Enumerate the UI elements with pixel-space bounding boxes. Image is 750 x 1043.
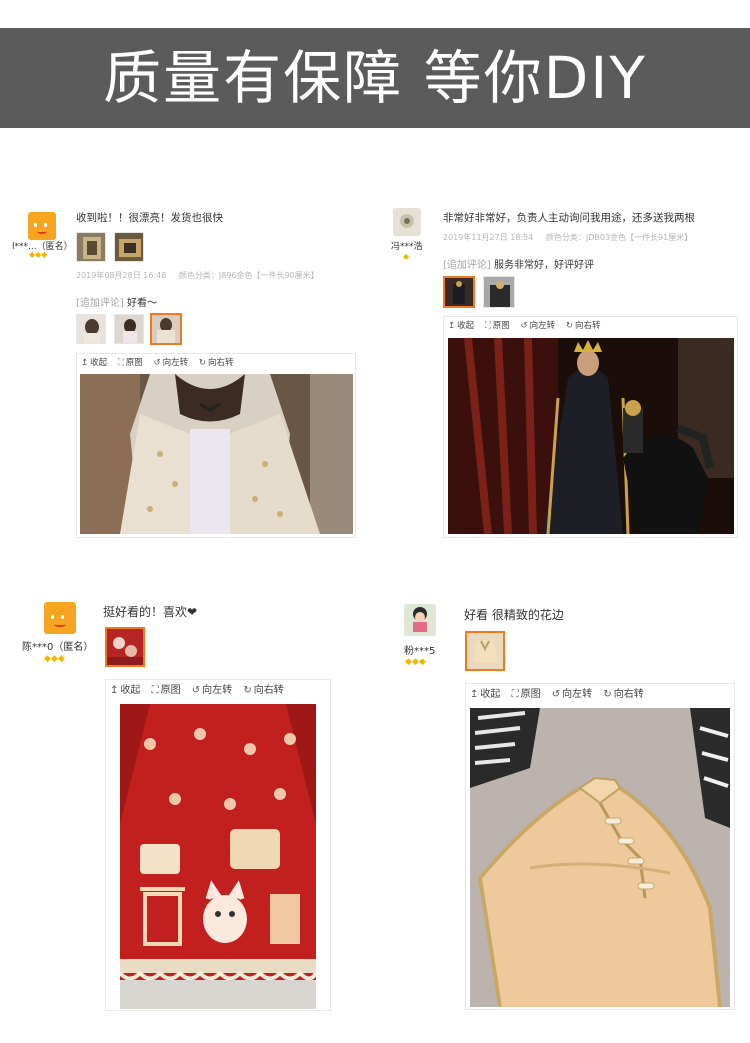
reviewer-name: 粉***5 (404, 646, 436, 657)
photo-viewer: ↥ 收起 ⛶ 原图 ↺ 向左转 ↻ 向右转 (465, 683, 735, 1010)
review-photo (448, 338, 734, 534)
rotate-left-button[interactable]: ↺ 向左转 (154, 354, 189, 372)
rotate-right-button[interactable]: ↻ 向右转 (199, 354, 234, 372)
rotate-left-button[interactable]: ↺ 向左转 (552, 684, 592, 706)
append-thumbnail[interactable] (76, 314, 106, 344)
rotate-left-icon: ↺ (153, 358, 161, 368)
rotate-right-button[interactable]: ↻ 向右转 (243, 680, 283, 702)
expand-icon: ⛶ (484, 321, 491, 331)
rotate-right-icon: ↻ (603, 689, 612, 700)
review-photo (120, 704, 316, 1009)
rotate-right-button[interactable]: ↻ 向右转 (566, 317, 601, 335)
expand-icon: ⛶ (117, 358, 124, 368)
reviewer-name: 冯***浩 (391, 242, 423, 252)
original-image-button[interactable]: ⛶ 原图 (118, 354, 143, 372)
level-diamonds-icon: ◆◆◆ (44, 654, 65, 664)
append-review: [追加评论] 好看～ (76, 294, 157, 309)
review-meta: 2019年11月27日 18:54 颜色分类：JDB03金色【一件长91厘米】 (443, 232, 702, 243)
rotate-left-button[interactable]: ↺ 向左转 (192, 680, 232, 702)
banner-title: 质量有保障 等你DIY (0, 28, 750, 128)
review-text: 非常好非常好，负责人主动询问我用途，还多送我两根 (443, 212, 695, 224)
review-card-2: 冯***浩 ◆ 非常好非常好，负责人主动询问我用途，还多送我两根 2019年11… (385, 205, 750, 540)
reviewer-name: 陈***0（匿名） (22, 642, 94, 653)
review-text: 挺好看的！喜欢❤ (103, 605, 198, 619)
rotate-right-icon: ↻ (243, 685, 252, 696)
collapse-button[interactable]: ↥ 收起 (81, 354, 107, 372)
avatar (393, 208, 421, 236)
rotate-left-icon: ↺ (551, 689, 561, 700)
review-sku: 颜色分类：J896金色【一件长90厘米】 (178, 271, 319, 280)
viewer-toolbar: ↥ 收起 ⛶ 原图 ↺ 向左转 ↻ 向右转 (444, 317, 737, 335)
avatar (44, 602, 76, 634)
append-thumbnail-selected[interactable] (150, 313, 182, 345)
original-image-button[interactable]: ⛶ 原图 (485, 317, 510, 335)
append-tag: [追加评论] (76, 298, 124, 309)
photo-viewer: ↥ 收起 ⛶ 原图 ↺ 向左转 ↻ 向右转 (443, 316, 738, 538)
review-card-3: 陈***0（匿名） ◆◆◆ 挺好看的！喜欢❤ ↥ 收起 ⛶ 原图 ↺ 向左转 ↻ 向右转 (15, 595, 375, 1015)
review-date: 2019年08月28日 16:48 (76, 271, 167, 280)
rotate-left-button[interactable]: ↺ 向左转 (521, 317, 556, 335)
append-thumbnail-selected[interactable] (105, 627, 145, 667)
append-thumbnail-selected[interactable] (443, 276, 475, 308)
review-thumbnail[interactable] (76, 232, 106, 262)
append-thumbnail[interactable] (483, 276, 515, 308)
review-photo (80, 374, 353, 534)
append-thumbnail[interactable] (114, 314, 144, 344)
review-sku: 颜色分类：JDB03金色【一件长91厘米】 (545, 233, 693, 242)
review-text: 好看 很精致的花边 (464, 608, 564, 622)
review-text: 收到啦！！很漂亮！发货也很快 (76, 212, 223, 224)
expand-icon: ⛶ (151, 685, 159, 696)
avatar (28, 212, 56, 240)
arrow-up-icon: ↥ (470, 689, 479, 700)
viewer-toolbar: ↥ 收起 ⛶ 原图 ↺ 向左转 ↻ 向右转 (106, 680, 330, 702)
level-diamonds-icon: ◆◆◆ (29, 250, 48, 259)
append-tag: [追加评论] (443, 260, 491, 271)
level-diamonds-icon: ◆ (403, 252, 410, 261)
arrow-up-icon: ↥ (448, 321, 456, 331)
expand-icon: ⛶ (511, 689, 519, 700)
append-thumbnail-selected[interactable] (465, 631, 505, 671)
collapse-button[interactable]: ↥ 收起 (470, 684, 500, 706)
collapse-button[interactable]: ↥ 收起 (110, 680, 140, 702)
rotate-right-icon: ↻ (565, 321, 573, 331)
photo-viewer: ↥ 收起 ⛶ 原图 ↺ 向左转 ↻ 向右转 (105, 679, 331, 1011)
collapse-button[interactable]: ↥ 收起 (448, 317, 474, 335)
append-review: [追加评论] 服务非常好，好评好评 (443, 256, 594, 271)
review-thumbnail[interactable] (114, 232, 144, 262)
avatar (404, 604, 436, 636)
viewer-toolbar: ↥ 收起 ⛶ 原图 ↺ 向左转 ↻ 向右转 (77, 354, 355, 372)
append-text: 服务非常好，好评好评 (494, 260, 594, 271)
viewer-toolbar: ↥ 收起 ⛶ 原图 ↺ 向左转 ↻ 向右转 (466, 684, 734, 706)
review-date: 2019年11月27日 18:54 (443, 233, 534, 242)
photo-viewer: ↥ 收起 ⛶ 原图 ↺ 向左转 ↻ 向右转 (76, 353, 356, 538)
arrow-up-icon: ↥ (81, 358, 89, 368)
rotate-left-icon: ↺ (191, 685, 201, 696)
rotate-right-icon: ↻ (198, 358, 206, 368)
review-card-1: l***...（匿名） ◆◆◆ 收到啦！！很漂亮！发货也很快 2019年08月2… (12, 205, 372, 540)
append-text: 好看～ (127, 298, 157, 309)
level-diamonds-icon: ◆◆◆ (405, 657, 426, 667)
original-image-button[interactable]: ⛶ 原图 (152, 680, 181, 702)
review-photo (470, 708, 730, 1007)
review-meta: 2019年08月28日 16:48 颜色分类：J896金色【一件长90厘米】 (76, 270, 329, 281)
arrow-up-icon: ↥ (110, 685, 119, 696)
original-image-button[interactable]: ⛶ 原图 (512, 684, 541, 706)
rotate-left-icon: ↺ (520, 321, 528, 331)
review-card-4: 粉***5 ◆◆◆ 好看 很精致的花边 ↥ 收起 ⛶ 原图 ↺ 向左转 ↻ 向右转 (385, 595, 750, 1015)
rotate-right-button[interactable]: ↻ 向右转 (603, 684, 643, 706)
